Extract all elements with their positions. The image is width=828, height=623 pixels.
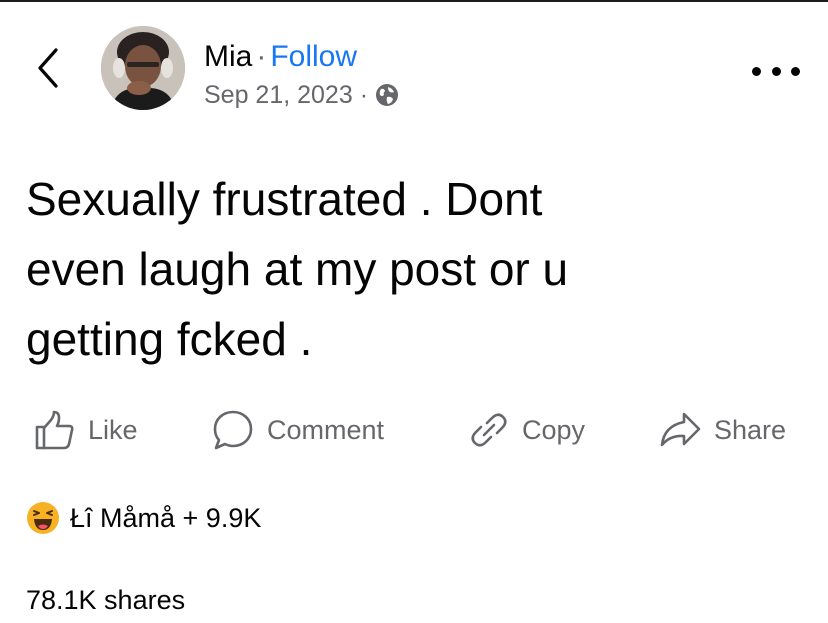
avatar-image (101, 26, 185, 110)
author-name[interactable]: Mia (204, 40, 252, 73)
comment-button[interactable]: Comment (211, 405, 384, 455)
reaction-count: Łî Måmå + 9.9K (70, 502, 262, 533)
meta-separator: · (359, 81, 369, 109)
like-button[interactable]: Like (34, 405, 138, 455)
haha-reaction-icon (27, 502, 59, 534)
more-dot-icon (771, 66, 781, 76)
more-dot-icon (752, 66, 761, 76)
globe-icon (376, 84, 399, 106)
share-button[interactable]: Share (658, 405, 786, 455)
copy-button[interactable]: Copy (468, 405, 585, 455)
post-date[interactable]: Sep 21, 2023 (204, 80, 353, 110)
reaction-summary[interactable]: Łî Måmå + 9.9K (26, 496, 261, 540)
follow-button[interactable]: Follow (270, 40, 357, 73)
copy-label: Copy (522, 414, 586, 445)
thumbs-up-icon (35, 410, 74, 450)
post-meta: Sep 21, 2023 · (204, 80, 399, 110)
avatar[interactable] (101, 26, 185, 110)
back-button[interactable] (30, 44, 70, 94)
post-text: Sexually frustrated . Dont even laugh at… (26, 173, 569, 365)
like-label: Like (88, 414, 138, 445)
more-options-button[interactable] (752, 64, 800, 78)
link-icon (471, 413, 507, 447)
chevron-left-icon (38, 48, 58, 88)
comment-bubble-icon (213, 410, 253, 450)
share-arrow-icon (660, 412, 701, 447)
action-bar: Like Comment Copy Share (0, 405, 828, 455)
share-count[interactable]: 78.1K shares (26, 583, 185, 617)
post-header: Mia · Follow Sep 21, 2023 · (0, 0, 828, 130)
comment-label: Comment (267, 414, 385, 445)
author-line: Mia · Follow (204, 40, 357, 74)
more-dot-icon (791, 66, 800, 76)
name-separator: · (256, 40, 267, 73)
share-label: Share (714, 414, 787, 445)
